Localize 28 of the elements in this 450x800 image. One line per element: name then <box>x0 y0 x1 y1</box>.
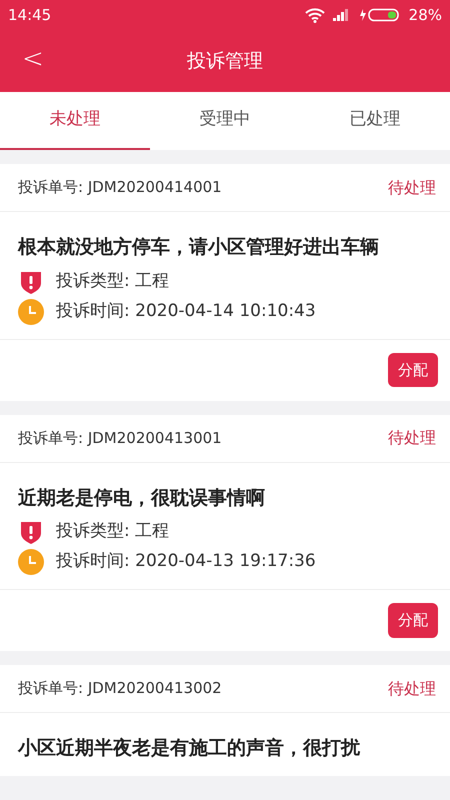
complaint-type: 投诉类型: 工程 <box>56 520 170 544</box>
back-button[interactable]: < <box>14 42 52 76</box>
complaint-time: 投诉时间: 2020-04-14 10:10:43 <box>56 300 316 323</box>
clock-icon <box>18 549 44 576</box>
signal-icon <box>332 9 351 21</box>
clock-icon <box>18 298 44 325</box>
assign-button[interactable]: 分配 <box>388 352 438 388</box>
battery-icon <box>358 8 401 22</box>
assign-button[interactable]: 分配 <box>388 603 438 638</box>
tab[interactable]: 已处理 <box>300 92 450 150</box>
complaint-number: 投诉单号: JDM20200413002 <box>18 678 222 700</box>
complaint-number: 投诉单号: JDM20200413001 <box>18 428 222 449</box>
complaint-title: 根本就没地方停车，请小区管理好进出车辆 <box>18 235 380 260</box>
page-title: 投诉管理 <box>187 48 263 74</box>
tab[interactable]: 受理中 <box>150 92 300 150</box>
complaint-title: 小区近期半夜老是有施工的声音，很打扰 <box>18 736 361 762</box>
wifi-icon <box>304 8 325 22</box>
status-time: 14:45 <box>8 4 52 26</box>
complaint-time: 投诉时间: 2020-04-13 19:17:36 <box>56 550 316 574</box>
complaint-type: 投诉类型: 工程 <box>56 270 170 293</box>
tab[interactable]: 未处理 <box>0 92 150 150</box>
status-label: 待处理 <box>388 678 436 700</box>
status-label: 待处理 <box>388 176 436 198</box>
complaint-number: 投诉单号: JDM20200414001 <box>18 177 222 198</box>
complaint-title: 近期老是停电，很耽误事情啊 <box>18 486 266 511</box>
warning-shield-icon <box>18 519 44 546</box>
battery-percent: 28% <box>408 4 442 26</box>
status-label: 待处理 <box>388 427 436 450</box>
